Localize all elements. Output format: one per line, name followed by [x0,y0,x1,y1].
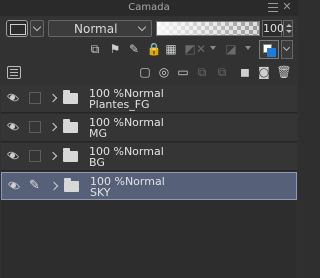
layer-list: 100 %Normal Plantes_FG 100 %Normal MG 10… [1,85,297,278]
apply-mask-icon[interactable]: ◙ [256,64,272,80]
chevron-down-icon [137,22,147,32]
folder-icon [63,148,78,162]
layer-lock-checkbox[interactable] [29,150,41,162]
lock-transparency-icon[interactable]: ▦ [163,41,179,57]
layer-list-icon[interactable] [7,66,21,79]
layer-name: MG [89,127,108,140]
layer-lock-toolbar: ⧉ ⚑ ✎ 🔒 ▦ ◩ ✕ ◪ [0,40,298,60]
panel-title: Camada [128,2,170,13]
ruler-icon[interactable]: ◪ [223,41,239,57]
pen-icon: ✎ [29,178,40,193]
folder-icon [63,90,78,104]
layer-panel: Camada ✕ Normal 100 ⧉ ⚑ ✎ 🔒 ▦ ◩ ✕ ◪ ▢ ◎ … [0,0,298,278]
visibility-toggle[interactable] [7,179,21,192]
layer-color-swatch-blue [267,48,276,57]
layer-row[interactable]: 100 %Normal Plantes_FG [1,85,297,113]
layer-row-selected[interactable]: ✎ 100 %Normal SKY [1,172,297,200]
chevron-right-icon[interactable] [48,122,58,132]
opacity-input[interactable]: 100 [262,20,284,37]
blend-mode-value: Normal [74,22,118,36]
new-folder-icon[interactable]: ▭ [175,64,191,80]
mask-dropdown-icon[interactable] [210,46,216,50]
ruler-dropdown-icon[interactable] [245,46,251,50]
create-layer-mask-icon[interactable]: ◼ [237,64,253,80]
close-icon[interactable]: ✕ [281,1,293,13]
layer-operations-toolbar: ▢ ◎ ▭ ⧉ ⧉ ◼ ◙ 🗑 [0,63,298,83]
blend-mode-select[interactable]: Normal [48,20,152,37]
layer-name: BG [89,156,105,169]
folder-icon [63,119,78,133]
clip-to-layer-below-icon[interactable]: ⧉ [87,41,103,57]
opacity-stepper[interactable] [283,20,293,37]
chevron-right-icon[interactable] [48,93,58,103]
layer-name: Plantes_FG [89,98,150,111]
layer-name: SKY [90,186,111,199]
lock-layer-icon[interactable]: 🔒 [146,41,162,57]
opacity-slider[interactable] [156,21,260,36]
merge-with-layer-below-icon[interactable]: ⧉ [214,64,230,80]
layer-lock-checkbox[interactable] [29,92,41,104]
layer-row[interactable]: 100 %Normal MG [1,114,297,142]
expression-color-button[interactable] [6,20,28,37]
reference-layer-icon[interactable]: ⚑ [107,41,123,57]
layer-color-button[interactable] [259,40,279,59]
visibility-toggle[interactable] [6,120,20,133]
layer-lock-checkbox[interactable] [29,121,41,133]
folder-icon [64,178,79,192]
opacity-slider-fill [157,22,259,35]
expression-color-dropdown[interactable] [30,20,44,37]
transfer-to-layer-below-icon[interactable]: ⧉ [194,64,210,80]
title-bar: Camada ✕ [0,0,298,16]
blend-controls: Normal 100 [0,17,298,39]
visibility-toggle[interactable] [6,91,20,104]
new-raster-layer-icon[interactable]: ▢ [137,64,153,80]
draft-layer-icon[interactable]: ✎ [126,41,142,57]
chevron-right-icon[interactable] [49,181,59,191]
visibility-toggle[interactable] [6,149,20,162]
mask-disable-icon[interactable]: ✕ [193,41,209,57]
chevron-right-icon[interactable] [48,151,58,161]
new-vector-layer-icon[interactable]: ◎ [156,64,172,80]
delete-layer-icon[interactable]: 🗑 [276,64,292,80]
panel-menu-icon[interactable] [268,3,278,12]
layer-color-dropdown[interactable] [281,40,293,59]
layer-row[interactable]: 100 %Normal BG [1,143,297,171]
